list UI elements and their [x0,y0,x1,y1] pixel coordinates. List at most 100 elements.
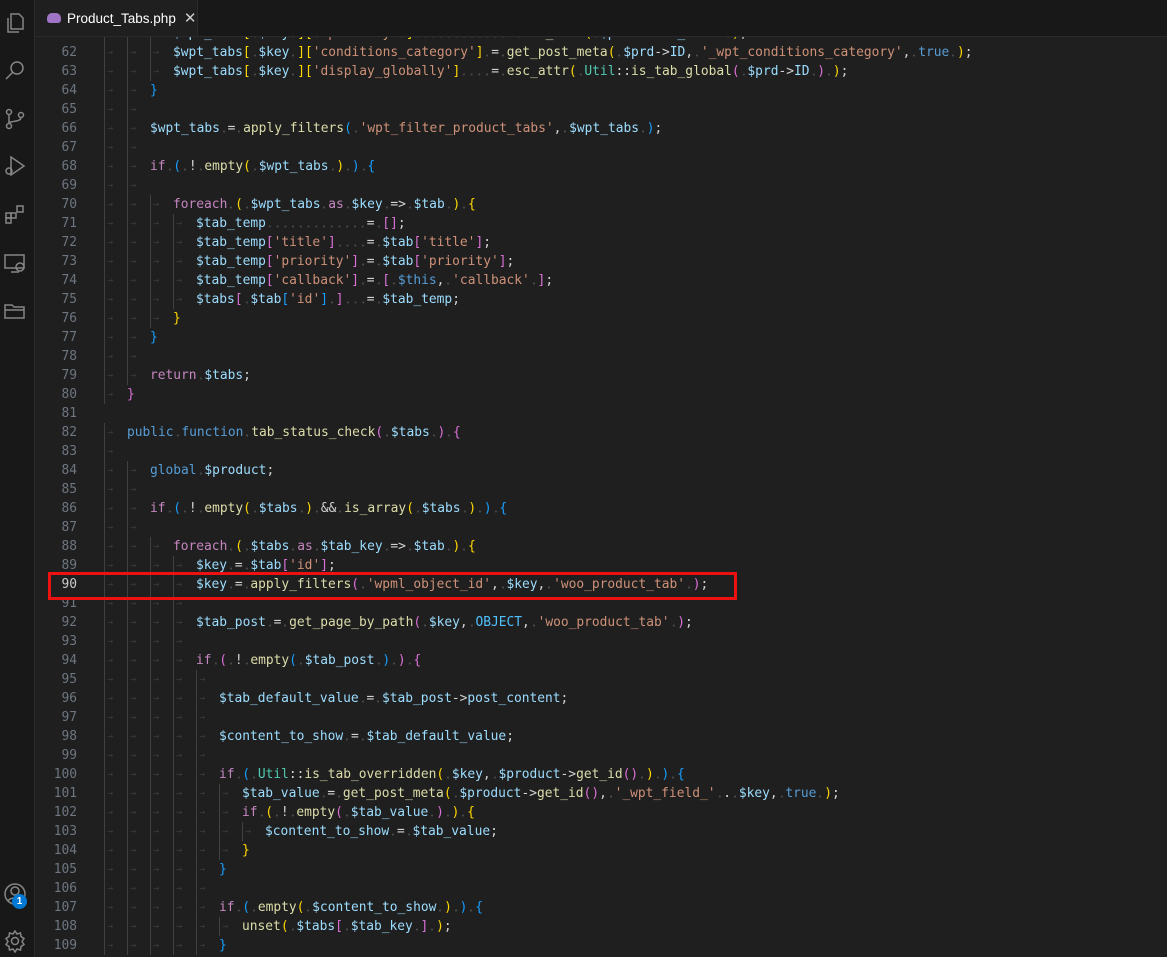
tab-indent-marker [150,935,173,955]
tab-indent-marker [127,42,150,62]
code-line: 100 if ( Util::is_tab_overridden( $key, $… [35,764,1167,784]
line-number: 94 [61,652,77,668]
tab-indent-marker [150,897,173,917]
tab-indent-marker [104,156,127,176]
tab-indent-marker [150,916,173,936]
tab-indent-marker [150,42,173,62]
line-number: 104 [53,842,77,858]
line-number: 72 [61,234,77,250]
tab-indent-marker [104,688,127,708]
tab-indent-marker [173,935,196,955]
tab-indent-marker [127,137,150,157]
tab-indent-marker [127,175,150,195]
tab-indent-marker [104,42,127,62]
code-line: 73 $tab_temp['priority'] = $tab['priority… [35,251,1167,271]
tab-indent-marker [173,289,196,309]
code-text: foreach ( $wpt_tabs as $key => $tab ) { [104,194,476,214]
tab-indent-marker [173,783,196,803]
code-line: 106 [35,878,1167,898]
tab-indent-marker [127,194,150,214]
code-text: $content_to_show = $tab_default_value; [104,726,514,746]
tab-indent-marker [219,840,242,860]
code-line: 84 global $product; [35,460,1167,480]
tab-indent-marker [150,232,173,252]
line-number: 83 [61,443,77,459]
tab-indent-marker [104,669,127,689]
code-line: 94 if ( ! empty( $tab_post ) ) { [35,650,1167,670]
tab-indent-marker [104,61,127,81]
tab-indent-marker [127,80,150,100]
source-control-icon[interactable] [0,104,30,134]
code-line: 93 [35,631,1167,651]
code-line: 91 [35,593,1167,613]
code-text: } [104,840,250,860]
code-text [104,346,150,366]
search-icon[interactable] [0,56,30,86]
extensions-icon[interactable] [0,199,30,229]
code-text: if ( ! empty( $tabs ) && is_array( $tabs… [104,498,507,518]
tab-indent-marker [127,479,150,499]
folder-icon[interactable] [0,296,30,326]
tab-indent-marker [104,365,127,385]
line-number: 109 [53,937,77,953]
code-text: if ( empty( $content_to_show ) ) { [104,897,483,917]
explorer-icon[interactable] [0,8,30,38]
tab-indent-marker [127,612,150,632]
gear-icon[interactable] [0,926,30,956]
run-debug-icon[interactable] [0,151,30,181]
tab-indent-marker [127,688,150,708]
line-number: 105 [53,861,77,877]
tab-indent-marker [127,517,150,537]
tab-indent-marker [127,631,150,651]
code-line: 68 if ( ! empty( $wpt_tabs ) ) { [35,156,1167,176]
line-number: 99 [61,747,77,763]
tab-indent-marker [196,859,219,879]
line-number: 68 [61,158,77,174]
tab-indent-marker [150,631,173,651]
tab-indent-marker [196,764,219,784]
tab-indent-marker [104,878,127,898]
line-number: 108 [53,918,77,934]
tab-indent-marker [127,764,150,784]
code-text: return $tabs; [104,365,251,385]
close-tab-icon[interactable]: ✕ [184,9,197,27]
line-number: 92 [61,614,77,630]
code-text [104,517,150,537]
code-line: 109} [35,935,1167,955]
line-number: 107 [53,899,77,915]
code-text [104,669,219,689]
tab-indent-marker [104,593,127,613]
tab-indent-marker [150,61,173,81]
accounts-icon[interactable]: 1 [0,879,30,909]
code-text: $wpt_tabs = apply_filters( 'wpt_filter_p… [104,118,662,138]
code-text: if ( ! empty( $wpt_tabs ) ) { [104,156,375,176]
tab-indent-marker [219,916,242,936]
tab-indent-marker [173,612,196,632]
code-text [104,99,150,119]
code-editor[interactable]: 61$wpt_tabs[ $key ][ 'priority' ] = esc_… [35,36,1167,957]
tab-indent-marker [104,840,127,860]
tab-bar: Product_Tabs.php ✕ [35,0,1167,37]
tab-indent-marker [127,783,150,803]
code-line: 104} [35,840,1167,860]
tab-indent-marker [150,802,173,822]
tab-indent-marker [104,726,127,746]
tab-indent-marker [127,308,150,328]
tab-indent-marker [127,650,150,670]
tab-indent-marker [150,574,173,594]
remote-explorer-icon[interactable] [0,248,30,278]
code-text [104,707,219,727]
line-number: 63 [61,63,77,79]
tab-indent-marker [196,745,219,765]
tab-indent-marker [104,631,127,651]
tab-indent-marker [173,251,196,271]
code-line: 80} [35,384,1167,404]
code-text [104,745,219,765]
line-number: 106 [53,880,77,896]
code-line: 82 public function tab_status_check( $tab… [35,422,1167,442]
tab-indent-marker [104,384,127,404]
line-number: 101 [53,785,77,801]
tab-indent-marker [127,859,150,879]
tab-product-tabs-php[interactable]: Product_Tabs.php ✕ [35,0,198,36]
code-text [104,441,127,461]
